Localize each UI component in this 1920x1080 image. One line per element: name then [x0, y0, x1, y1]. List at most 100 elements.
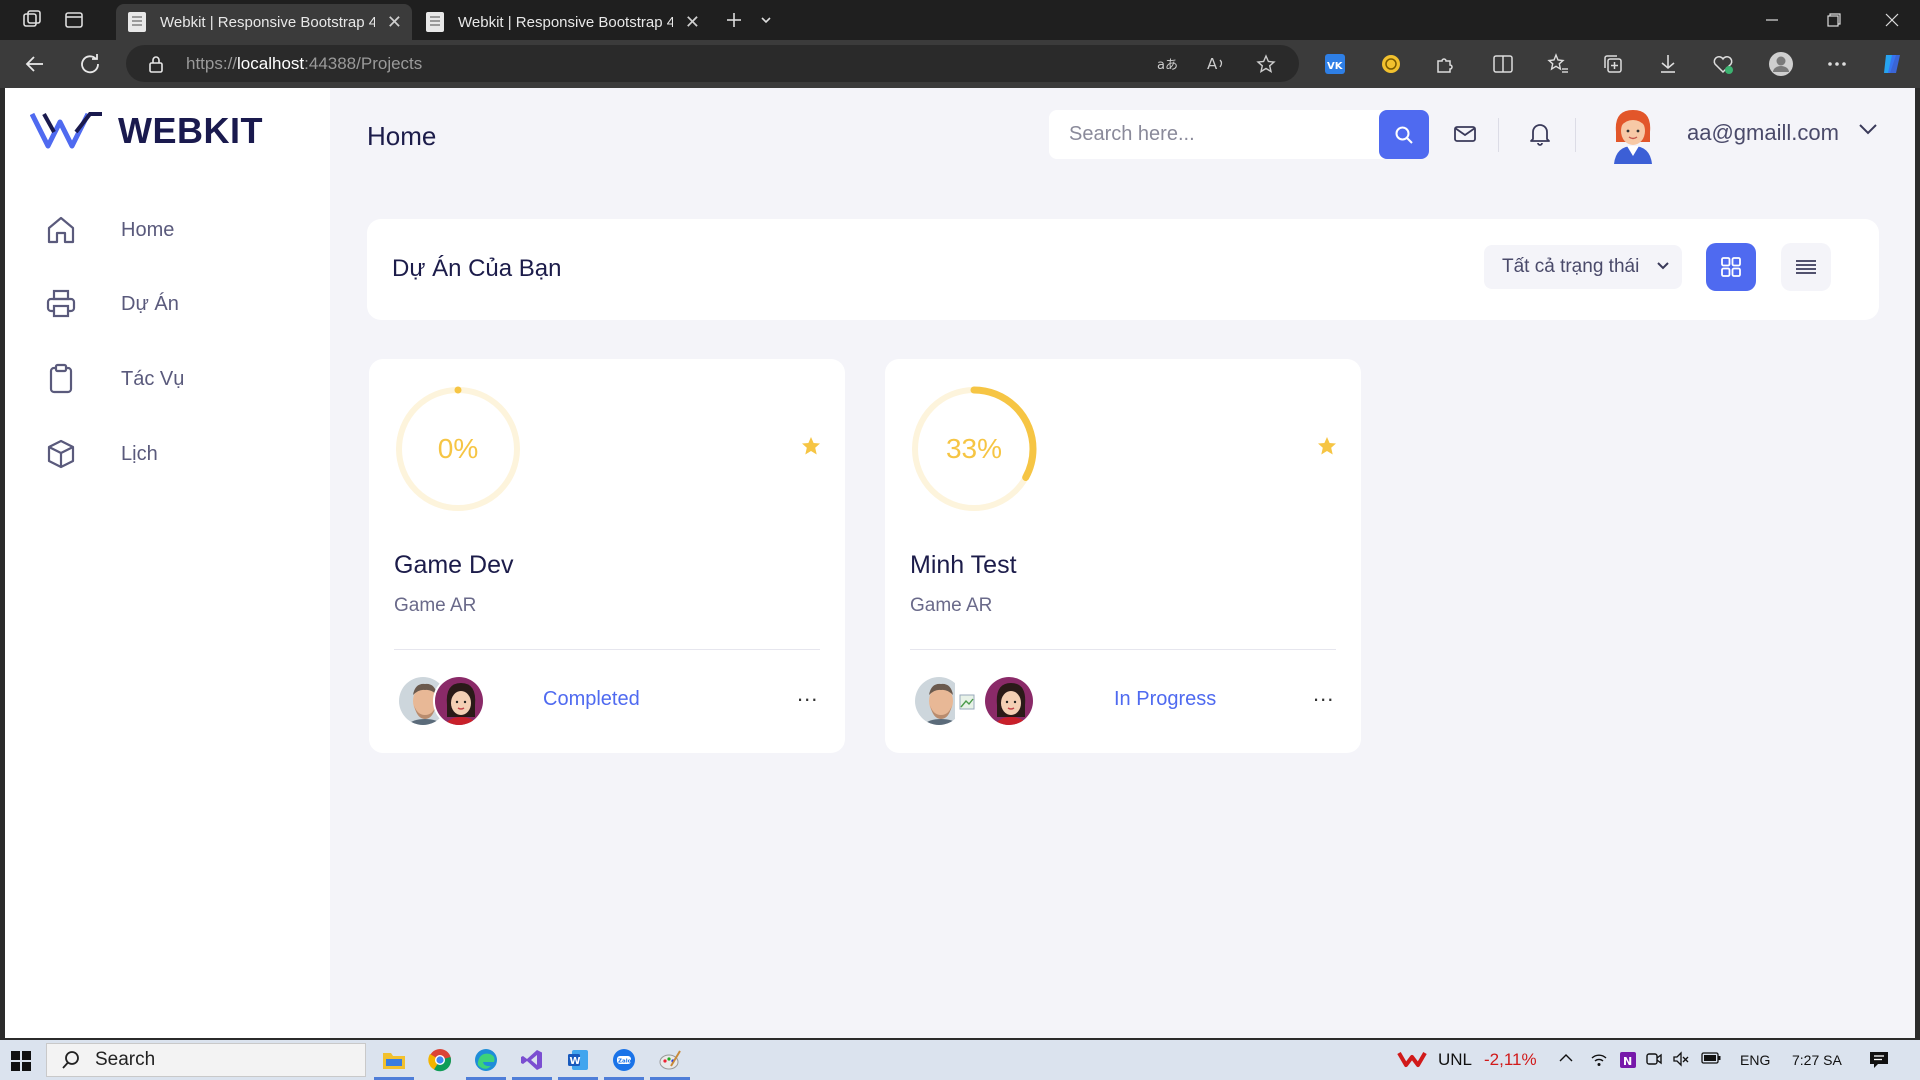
sidebar-item-calendar[interactable]: Lịch [45, 426, 305, 482]
chevron-down-icon[interactable] [1857, 122, 1879, 136]
grid-icon [1720, 256, 1742, 278]
windows-start-icon[interactable] [10, 1050, 32, 1072]
sidebar-item-label: Dự Án [121, 292, 179, 315]
file-explorer-icon[interactable] [374, 1046, 414, 1080]
star-icon[interactable] [801, 436, 821, 456]
search-input[interactable] [1049, 110, 1369, 159]
project-name[interactable]: Game Dev [394, 551, 513, 580]
svg-text:Zalo: Zalo [618, 1059, 632, 1065]
tab-actions-icon[interactable] [60, 8, 88, 32]
header-divider [1575, 118, 1576, 152]
star-icon[interactable] [1317, 436, 1337, 456]
chevron-down-icon [1656, 259, 1670, 273]
logo[interactable]: WEBKIT [30, 110, 263, 152]
word-icon[interactable]: W [558, 1046, 598, 1080]
project-card[interactable]: 33% Minh Test Game AR In Progress ... [885, 359, 1361, 753]
search-icon [1394, 125, 1414, 145]
translate-icon[interactable]: aあ [1156, 54, 1178, 74]
favorites-icon[interactable] [1543, 50, 1573, 78]
member-avatar[interactable] [433, 675, 485, 727]
sidebar-item-projects[interactable]: Dự Án [45, 276, 305, 332]
status-filter-value: Tất cả trạng thái [1502, 256, 1640, 277]
extensions-puzzle-icon[interactable] [1430, 50, 1460, 78]
project-card[interactable]: 0% Game Dev Game AR Completed ... [369, 359, 845, 753]
coin-extension-icon[interactable] [1376, 50, 1406, 78]
url-text: https://localhost:44388/Projects [186, 54, 422, 74]
volume-muted-icon[interactable] [1672, 1050, 1690, 1068]
workspaces-icon[interactable] [18, 8, 46, 32]
header-divider [1498, 118, 1499, 152]
user-email[interactable]: aa@gmaill.com [1687, 120, 1839, 146]
webkit-logo-icon [30, 110, 106, 152]
meet-now-icon[interactable] [1645, 1050, 1663, 1068]
stock-ticker-icon[interactable] [1397, 1049, 1427, 1071]
favorite-star-icon[interactable] [1256, 53, 1276, 74]
refresh-icon[interactable] [75, 50, 105, 78]
tab-list-chevron-icon[interactable] [752, 8, 780, 32]
windows-taskbar: Search W Zalo UNL -2,11% N ENG 7:27 SA [0, 1040, 1920, 1080]
stock-name[interactable]: UNL [1438, 1050, 1472, 1070]
close-tab-icon[interactable]: ✕ [685, 12, 700, 33]
split-screen-icon[interactable] [1488, 50, 1518, 78]
browser-tab-2[interactable]: Webkit | Responsive Bootstrap 4 ✕ [414, 4, 710, 40]
web-app: WEBKIT Home Dự Án Tác Vụ Lịch Home Searc… [5, 88, 1915, 1038]
bell-icon[interactable] [1522, 116, 1558, 152]
page-title: Home [367, 121, 437, 151]
url-host: localhost [237, 53, 305, 73]
grid-view-button[interactable] [1706, 243, 1756, 291]
battery-icon[interactable] [1700, 1050, 1722, 1066]
stock-change[interactable]: -2,11% [1484, 1050, 1537, 1070]
profile-icon[interactable] [1766, 50, 1796, 78]
edge-icon[interactable] [466, 1046, 506, 1080]
status-badge: In Progress [1114, 688, 1217, 710]
input-language[interactable]: ENG [1740, 1052, 1770, 1068]
minimize-window-icon[interactable] [1744, 0, 1800, 40]
notifications-icon[interactable] [1868, 1049, 1890, 1071]
paint-icon[interactable] [650, 1046, 690, 1080]
address-bar[interactable]: https://localhost:44388/Projects aあ A [126, 45, 1299, 82]
vk-extension-icon[interactable]: VK [1320, 50, 1350, 78]
svg-text:A: A [1207, 55, 1218, 73]
copilot-icon[interactable] [1878, 50, 1908, 78]
taskbar-search-box[interactable]: Search [46, 1043, 366, 1077]
browser-essentials-icon[interactable] [1708, 50, 1738, 78]
member-avatar[interactable] [983, 675, 1035, 727]
progress-percent: 0% [437, 433, 479, 464]
onenote-icon[interactable]: N [1618, 1050, 1638, 1070]
mail-icon[interactable] [1447, 116, 1483, 152]
svg-text:N: N [1623, 1055, 1632, 1068]
progress-percent: 33% [945, 433, 1003, 464]
zalo-icon[interactable]: Zalo [604, 1046, 644, 1080]
sidebar-item-home[interactable]: Home [45, 202, 305, 258]
downloads-icon[interactable] [1653, 50, 1683, 78]
sidebar: WEBKIT Home Dự Án Tác Vụ Lịch [5, 88, 330, 1038]
chevron-up-icon[interactable] [1558, 1050, 1574, 1066]
clock-time[interactable]: 7:27 SA [1792, 1052, 1842, 1068]
close-window-icon[interactable] [1864, 0, 1920, 40]
back-icon[interactable] [20, 50, 50, 78]
browser-tab-1[interactable]: Webkit | Responsive Bootstrap 4 ✕ [116, 4, 412, 40]
more-options-button[interactable]: ... [1313, 681, 1334, 707]
status-filter-select[interactable]: Tất cả trạng thái [1484, 245, 1682, 289]
sidebar-item-label: Home [121, 218, 175, 241]
sidebar-item-tasks[interactable]: Tác Vụ [45, 351, 305, 407]
restore-window-icon[interactable] [1806, 0, 1862, 40]
new-tab-icon[interactable] [720, 8, 748, 32]
network-icon[interactable] [1590, 1050, 1608, 1068]
close-tab-icon[interactable]: ✕ [387, 12, 402, 33]
more-menu-icon[interactable] [1822, 50, 1852, 78]
collections-icon[interactable] [1598, 50, 1628, 78]
lock-icon[interactable] [148, 55, 164, 73]
visual-studio-icon[interactable] [512, 1046, 552, 1080]
read-aloud-icon[interactable]: A [1206, 54, 1228, 74]
cube-icon [45, 438, 77, 470]
card-divider [394, 649, 820, 650]
user-avatar[interactable] [1610, 106, 1656, 164]
project-name[interactable]: Minh Test [910, 551, 1017, 580]
list-view-button[interactable] [1781, 243, 1831, 291]
search-button[interactable] [1379, 110, 1429, 159]
more-options-button[interactable]: ... [797, 681, 818, 707]
sidebar-item-label: Tác Vụ [121, 367, 185, 390]
chrome-icon[interactable] [426, 1046, 454, 1074]
url-path: :44388/Projects [304, 53, 423, 73]
